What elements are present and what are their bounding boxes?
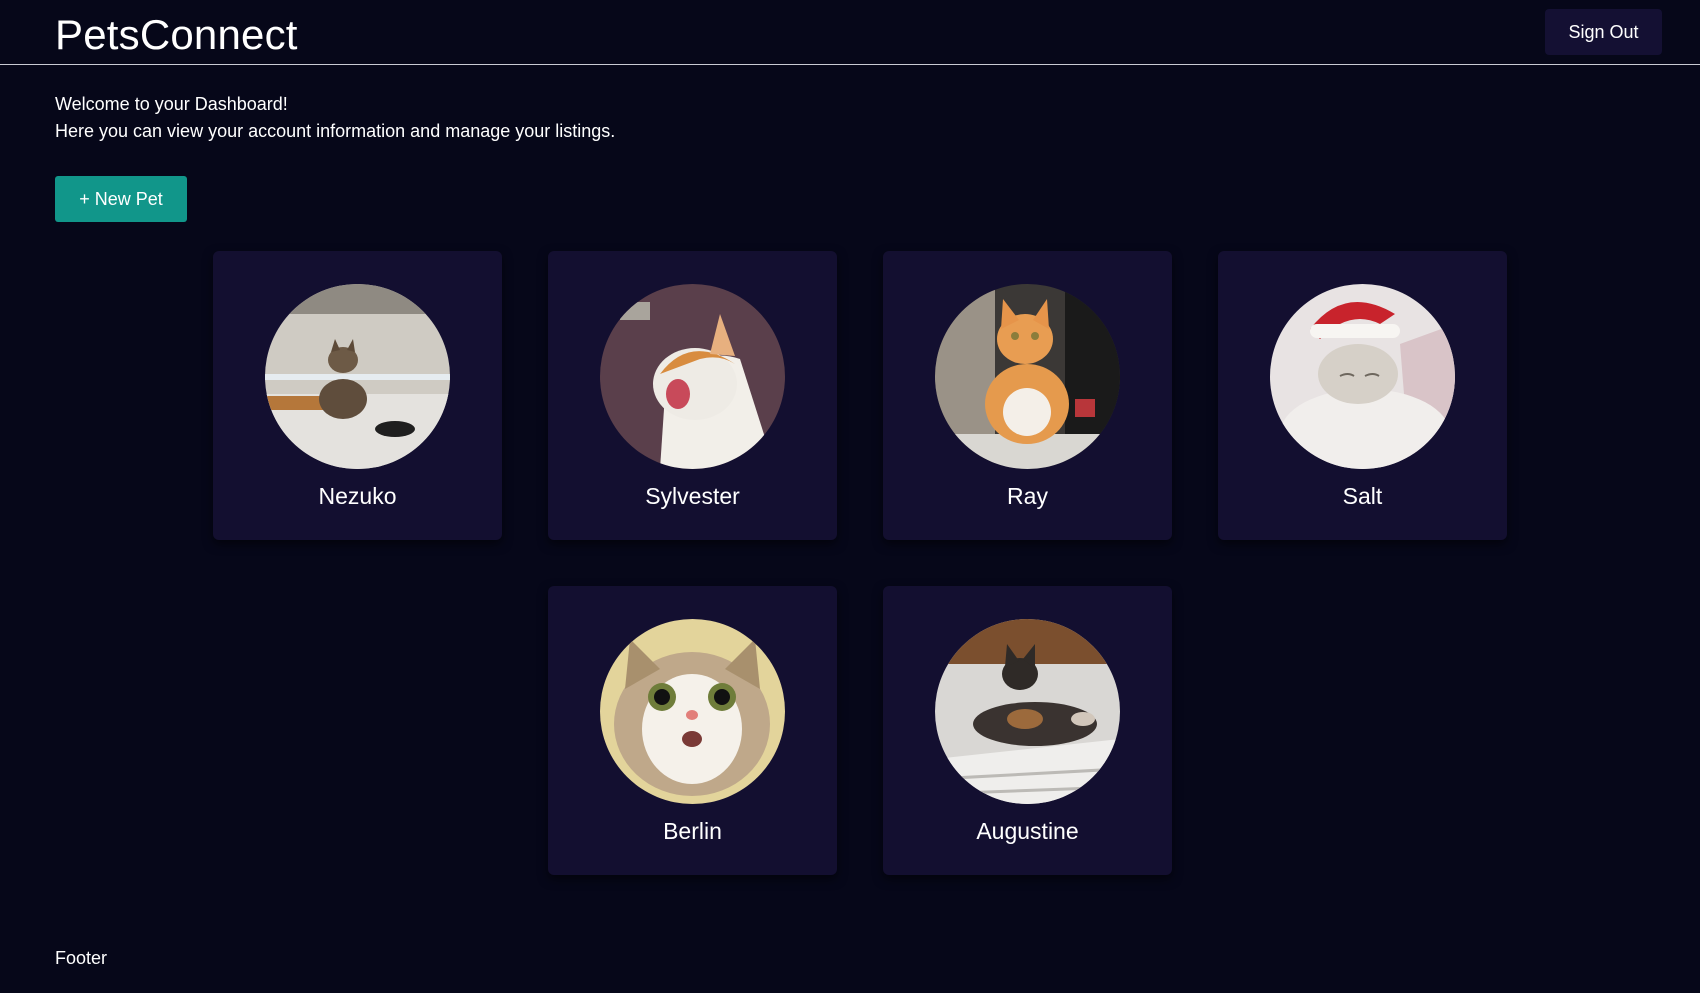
santa-hat-cat-photo [1270, 284, 1455, 469]
app-header: PetsConnect Sign Out [0, 0, 1700, 65]
welcome-message: Welcome to your Dashboard! Here you can … [55, 91, 615, 145]
pet-name: Augustine [976, 818, 1079, 844]
sign-out-button[interactable]: Sign Out [1545, 9, 1662, 55]
pet-photo [265, 284, 450, 469]
pet-name: Berlin [663, 818, 722, 844]
pet-card[interactable]: Salt [1218, 251, 1507, 540]
welcome-description: Here you can view your account informati… [55, 121, 616, 141]
orange-cat-photo [935, 284, 1120, 469]
footer: Footer [55, 948, 108, 968]
tabby-cat-photo [265, 284, 450, 469]
welcome-heading: Welcome to your Dashboard! [55, 94, 288, 114]
pet-photo [935, 284, 1120, 469]
pet-name: Salt [1342, 483, 1383, 509]
pet-card[interactable]: Ray [883, 251, 1172, 540]
new-pet-button[interactable]: + New Pet [55, 176, 187, 222]
pet-card[interactable]: Nezuko [213, 251, 502, 540]
pet-photo [1270, 284, 1455, 469]
pet-card[interactable]: Sylvester [548, 251, 837, 540]
pet-photo [600, 284, 785, 469]
meowing-cat-photo [600, 284, 785, 469]
pet-photo [600, 619, 785, 804]
pet-card[interactable]: Berlin [548, 586, 837, 875]
pet-name: Ray [1007, 483, 1048, 509]
surprised-cat-photo [600, 619, 785, 804]
tortoiseshell-cat-photo [935, 619, 1120, 804]
pet-photo [935, 619, 1120, 804]
pet-card[interactable]: Augustine [883, 586, 1172, 875]
app-title: PetsConnect [55, 11, 298, 58]
pet-name: Nezuko [318, 483, 397, 509]
pet-name: Sylvester [645, 483, 740, 509]
